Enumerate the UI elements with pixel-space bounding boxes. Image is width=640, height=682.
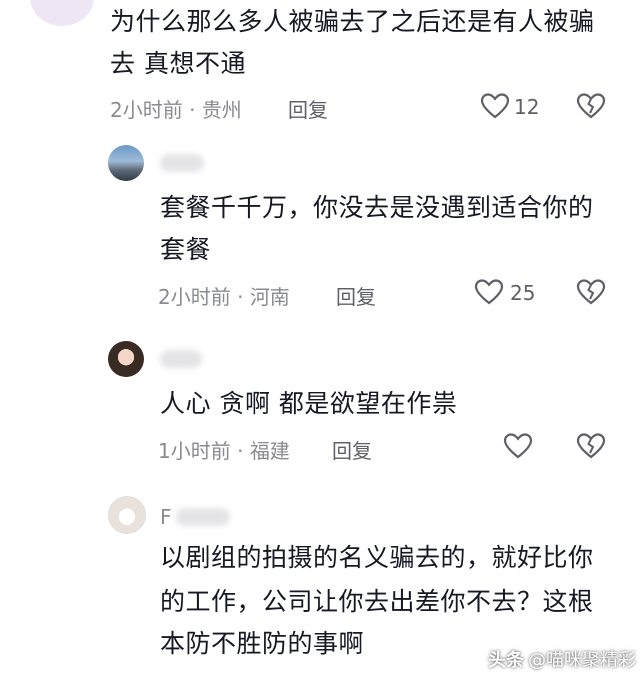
meta-separator: · — [230, 285, 250, 309]
comment-meta: 1小时前 · 福建 — [158, 435, 290, 464]
like-count: 12 — [514, 95, 540, 119]
reply-button[interactable]: 回复 — [336, 281, 376, 310]
meta-separator: · — [230, 439, 250, 463]
comment-text-line: 为什么那么多人被骗去了之后还是有人被骗 — [110, 7, 595, 36]
comment-meta: 2小时前 · 河南 — [158, 281, 290, 310]
heart-outline-icon[interactable] — [480, 92, 510, 120]
avatar[interactable] — [108, 341, 144, 377]
comment-time: 2小时前 — [158, 285, 231, 309]
broken-heart-icon[interactable] — [576, 278, 606, 306]
reply-button[interactable]: 回复 — [288, 94, 328, 123]
comment-location: 福建 — [249, 439, 290, 463]
cat-face-icon — [48, 0, 76, 10]
reply-button[interactable]: 回复 — [332, 435, 372, 464]
broken-heart-icon[interactable] — [576, 432, 606, 460]
comment-location: 河南 — [249, 285, 290, 309]
comment-time: 1小时前 — [158, 439, 231, 463]
broken-heart-icon[interactable] — [576, 92, 606, 120]
avatar[interactable] — [108, 496, 146, 534]
comment-meta: 2小时前 · 贵州 — [110, 94, 242, 123]
username-blurred — [160, 154, 204, 172]
avatar[interactable] — [30, 0, 94, 26]
comment-text-line: 套餐千千万，你没去是没遇到适合你的 — [160, 193, 594, 222]
comment-text-line: 套餐 — [160, 235, 212, 264]
comment-text-line: 去 真想不通 — [110, 49, 246, 78]
watermark: 头条 @喵咪聚精彩 — [488, 646, 636, 672]
comment-text-line: 人心 贪啊 都是欲望在作祟 — [160, 389, 458, 418]
comment-time: 2小时前 — [110, 98, 183, 122]
watermark-account: @喵咪聚精彩 — [528, 650, 636, 671]
meta-separator: · — [182, 98, 202, 122]
like-count: 25 — [510, 281, 536, 305]
comment-location: 贵州 — [201, 98, 242, 122]
comment-text-line: 以剧组的拍摄的名义骗去的，就好比你 — [160, 543, 594, 572]
avatar[interactable] — [108, 145, 144, 181]
heart-outline-icon[interactable] — [503, 432, 533, 460]
comment-text-line: 的工作，公司让你去出差你不去？这根 — [160, 587, 594, 616]
watermark-platform: 头条 — [488, 650, 524, 671]
comment-text-line: 本防不胜防的事啊 — [160, 629, 365, 658]
heart-outline-icon[interactable] — [474, 278, 504, 306]
username-blurred — [160, 350, 202, 368]
username-blurred — [176, 508, 230, 526]
username-initial: F — [160, 505, 172, 529]
